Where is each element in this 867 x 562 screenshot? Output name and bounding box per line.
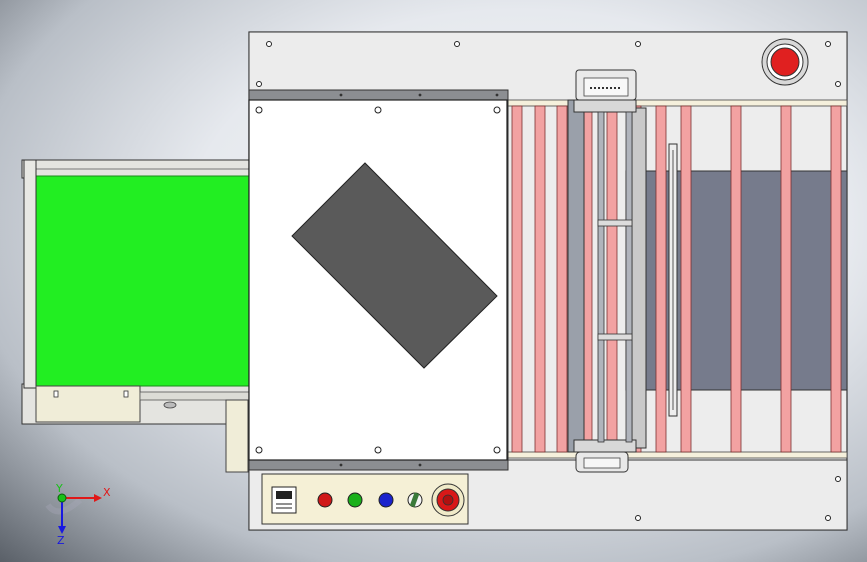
roller	[606, 105, 618, 453]
left-belt-conveyor[interactable]	[21, 159, 253, 473]
roller	[511, 105, 523, 453]
green-belt	[29, 175, 251, 387]
roller	[655, 105, 667, 453]
roller	[556, 105, 568, 453]
control-panel[interactable]	[261, 473, 469, 525]
cad-viewport[interactable]: X Y Z	[0, 0, 867, 562]
model-canvas[interactable]: X Y Z	[0, 0, 867, 562]
z-label: Z	[57, 534, 65, 547]
y-axis	[57, 493, 67, 503]
roller	[780, 105, 792, 453]
roller	[830, 105, 842, 453]
x-label: X	[103, 486, 111, 499]
roller	[730, 105, 742, 453]
red-button[interactable]	[317, 492, 333, 508]
green-button[interactable]	[347, 492, 363, 508]
emergency-stop[interactable]	[761, 38, 809, 86]
blue-button[interactable]	[378, 492, 394, 508]
temperature-display	[271, 486, 297, 514]
y-label: Y	[55, 482, 63, 495]
roller	[534, 105, 546, 453]
roller	[680, 105, 692, 453]
tunnel-cover[interactable]	[248, 89, 509, 471]
axis-triad: X Y Z	[45, 482, 111, 547]
